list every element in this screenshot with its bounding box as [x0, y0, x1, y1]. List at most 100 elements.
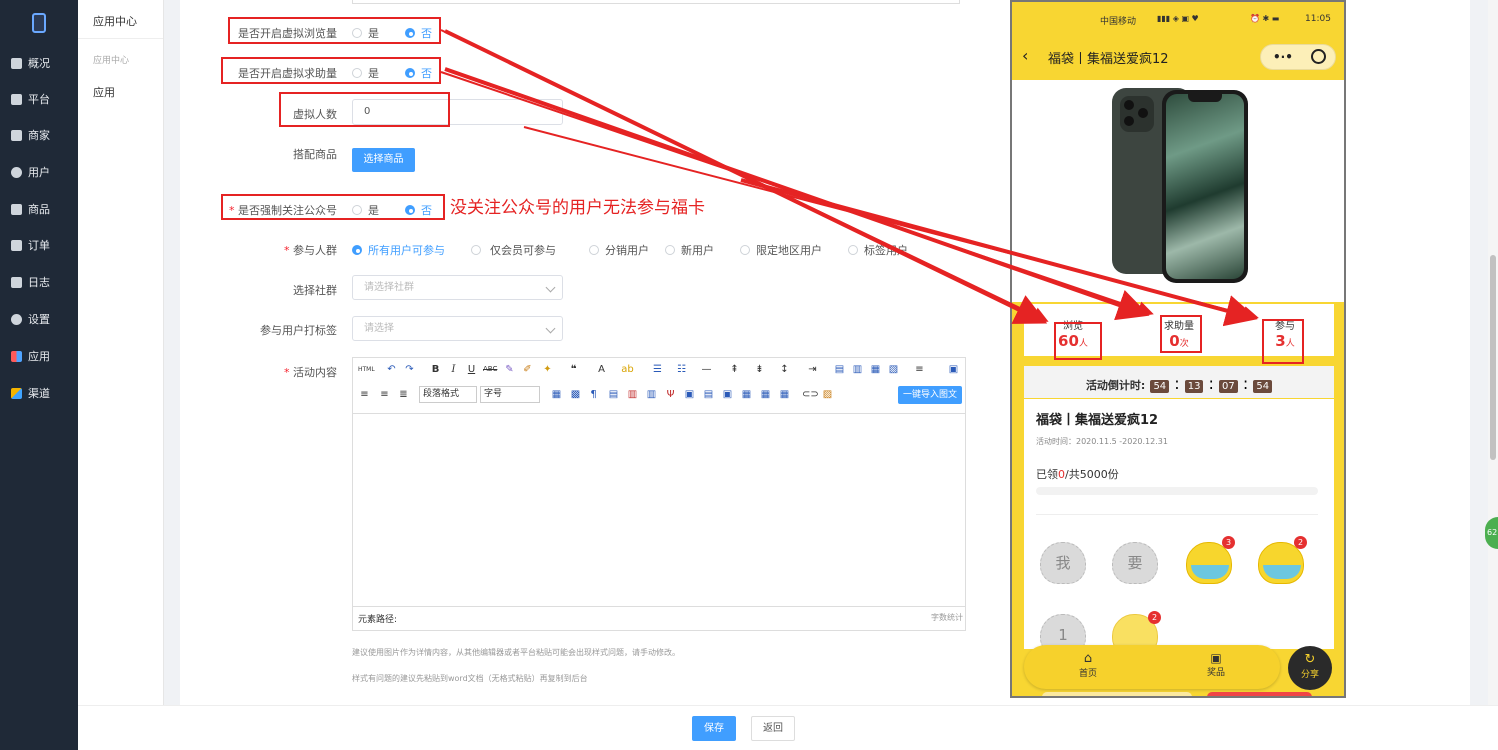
- close-capsule-icon[interactable]: [1311, 49, 1326, 64]
- more-icon[interactable]: •·•: [1273, 50, 1293, 64]
- undo-icon[interactable]: ↶: [385, 363, 398, 376]
- sidebar-item-channel[interactable]: 渠道: [0, 380, 78, 406]
- insert-col-icon[interactable]: ▥: [645, 388, 658, 401]
- sidebar-item-user[interactable]: 用户: [0, 159, 78, 185]
- auto-format-icon[interactable]: ✦: [541, 363, 554, 376]
- split-cols-icon[interactable]: ▦: [778, 388, 791, 401]
- paragraph-format-select[interactable]: 段落格式: [419, 386, 477, 403]
- image-right-icon[interactable]: ▦: [869, 363, 882, 376]
- radio-circle-checked: [405, 28, 415, 38]
- virtual-views-no[interactable]: 否: [405, 25, 432, 41]
- table-icon[interactable]: ▦: [550, 388, 563, 401]
- force-follow-yes[interactable]: 是: [352, 202, 379, 218]
- platform-icon: [11, 93, 22, 105]
- participants-option-tag[interactable]: 标签用户: [848, 242, 908, 258]
- virtual-views-yes[interactable]: 是: [352, 25, 379, 41]
- save-button[interactable]: 保存: [692, 716, 736, 741]
- participants-option-member[interactable]: 仅会员可参与: [471, 242, 556, 258]
- card-title: 福袋丨集福送爱疯12: [1036, 413, 1159, 428]
- participants-label: * 参与人群: [284, 244, 337, 257]
- align-left-icon[interactable]: ≡: [913, 363, 926, 376]
- tag-select[interactable]: 请选择: [352, 316, 563, 341]
- sidebar-item-settings[interactable]: 设置: [0, 306, 78, 332]
- underline-icon[interactable]: U: [465, 363, 478, 376]
- scrollbar-thumb[interactable]: [1490, 255, 1496, 460]
- row-spacing-bottom-icon[interactable]: ⇟: [753, 363, 766, 376]
- horizontal-rule-icon[interactable]: —: [700, 363, 713, 376]
- select-goods-button[interactable]: 选择商品: [352, 148, 415, 172]
- font-color-icon[interactable]: A: [595, 363, 608, 376]
- delete-col-icon[interactable]: Ψ: [664, 388, 677, 401]
- participants-option-distributor[interactable]: 分销用户: [589, 242, 649, 258]
- align-right-icon[interactable]: ≡: [378, 388, 391, 401]
- insert-paragraph-icon[interactable]: ¶: [587, 388, 600, 401]
- align-justify-icon[interactable]: ≣: [397, 388, 410, 401]
- page-scrollbar[interactable]: [1488, 0, 1498, 750]
- html-icon[interactable]: HTML: [358, 363, 375, 376]
- redo-icon[interactable]: ↷: [403, 363, 416, 376]
- unordered-list-icon[interactable]: ☷: [675, 363, 688, 376]
- delete-row-icon[interactable]: ▥: [626, 388, 639, 401]
- sidebar-item-platform[interactable]: 平台: [0, 86, 78, 112]
- font-size-select[interactable]: 字号: [480, 386, 540, 403]
- countdown-label: 活动倒计时:: [1085, 379, 1146, 392]
- textarea-bottom[interactable]: [352, 0, 960, 4]
- row-spacing-top-icon[interactable]: ⇞: [728, 363, 741, 376]
- link-icon[interactable]: ⊂⊃: [802, 388, 819, 401]
- tab-home[interactable]: ⌂ 首页: [1076, 651, 1100, 679]
- indent-icon[interactable]: ⇥: [806, 363, 819, 376]
- align-center-icon[interactable]: ≡: [358, 388, 371, 401]
- merge-down-icon[interactable]: ▣: [721, 388, 734, 401]
- sidebar-item-overview[interactable]: 概况: [0, 50, 78, 76]
- sidebar-item-log[interactable]: 日志: [0, 269, 78, 295]
- sub-navigation: 应用中心 应用中心 应用: [78, 0, 164, 750]
- highlight-color-icon[interactable]: ab: [621, 363, 634, 376]
- rich-text-editor[interactable]: HTML ↶ ↷ B I U ABC ✎ ✐ ✦ ❝ A ab ☰ ☷ — ⇞ …: [352, 357, 966, 631]
- eraser-icon[interactable]: ✎: [503, 363, 516, 376]
- image-none-icon[interactable]: ▥: [851, 363, 864, 376]
- merge-cells-icon[interactable]: ▣: [683, 388, 696, 401]
- fortune-bag-grey[interactable]: 我: [1040, 542, 1086, 584]
- action-button-right[interactable]: [1207, 692, 1312, 696]
- delete-table-icon[interactable]: ▩: [569, 388, 582, 401]
- virtual-help-yes[interactable]: 是: [352, 65, 379, 81]
- split-rows-icon[interactable]: ▦: [759, 388, 772, 401]
- format-brush-icon[interactable]: ✐: [521, 363, 534, 376]
- line-height-icon[interactable]: ↕: [778, 363, 791, 376]
- overview-icon: [11, 57, 22, 69]
- action-button-left[interactable]: [1042, 692, 1192, 696]
- virtual-help-no[interactable]: 否: [405, 65, 432, 81]
- back-button[interactable]: 返回: [751, 716, 795, 741]
- floating-badge[interactable]: 62: [1485, 517, 1498, 549]
- ordered-list-icon[interactable]: ☰: [651, 363, 664, 376]
- sidebar-item-apps[interactable]: 应用: [0, 343, 78, 369]
- capsule-menu[interactable]: •·•: [1260, 44, 1336, 70]
- force-follow-no[interactable]: 否: [405, 202, 432, 218]
- image-icon[interactable]: ▨: [821, 388, 834, 401]
- sidebar-item-merchant[interactable]: 商家: [0, 122, 78, 148]
- merge-right-icon[interactable]: ▤: [702, 388, 715, 401]
- back-icon[interactable]: ‹: [1022, 46, 1028, 65]
- insert-row-icon[interactable]: ▤: [607, 388, 620, 401]
- fullscreen-icon[interactable]: ▣: [947, 363, 960, 376]
- sidebar-item-goods[interactable]: 商品: [0, 196, 78, 222]
- tab-prizes[interactable]: ▣ 奖品: [1204, 651, 1228, 678]
- strikethrough-icon[interactable]: ABC: [483, 363, 497, 376]
- import-article-button[interactable]: 一键导入图文: [898, 386, 962, 404]
- fortune-bag-grey[interactable]: 要: [1112, 542, 1158, 584]
- participants-option-region[interactable]: 限定地区用户: [740, 242, 822, 258]
- image-left-icon[interactable]: ▤: [833, 363, 846, 376]
- quote-icon[interactable]: ❝: [567, 363, 580, 376]
- sidebar-item-order[interactable]: 订单: [0, 232, 78, 258]
- image-center-icon[interactable]: ▧: [887, 363, 900, 376]
- share-button[interactable]: ↻ 分享: [1288, 646, 1332, 690]
- italic-icon[interactable]: I: [447, 363, 460, 376]
- subnav-group: 应用中心: [93, 56, 130, 66]
- community-select[interactable]: 请选择社群: [352, 275, 563, 300]
- editor-hint-2: 样式有问题的建议先粘贴到word文档（无格式粘贴）再复制到后台: [352, 674, 588, 683]
- split-cells-icon[interactable]: ▦: [740, 388, 753, 401]
- participants-option-all[interactable]: 所有用户可参与: [352, 242, 445, 258]
- bold-icon[interactable]: B: [429, 363, 442, 376]
- participants-option-new[interactable]: 新用户: [665, 242, 714, 258]
- subnav-item-apps[interactable]: 应用: [93, 84, 115, 100]
